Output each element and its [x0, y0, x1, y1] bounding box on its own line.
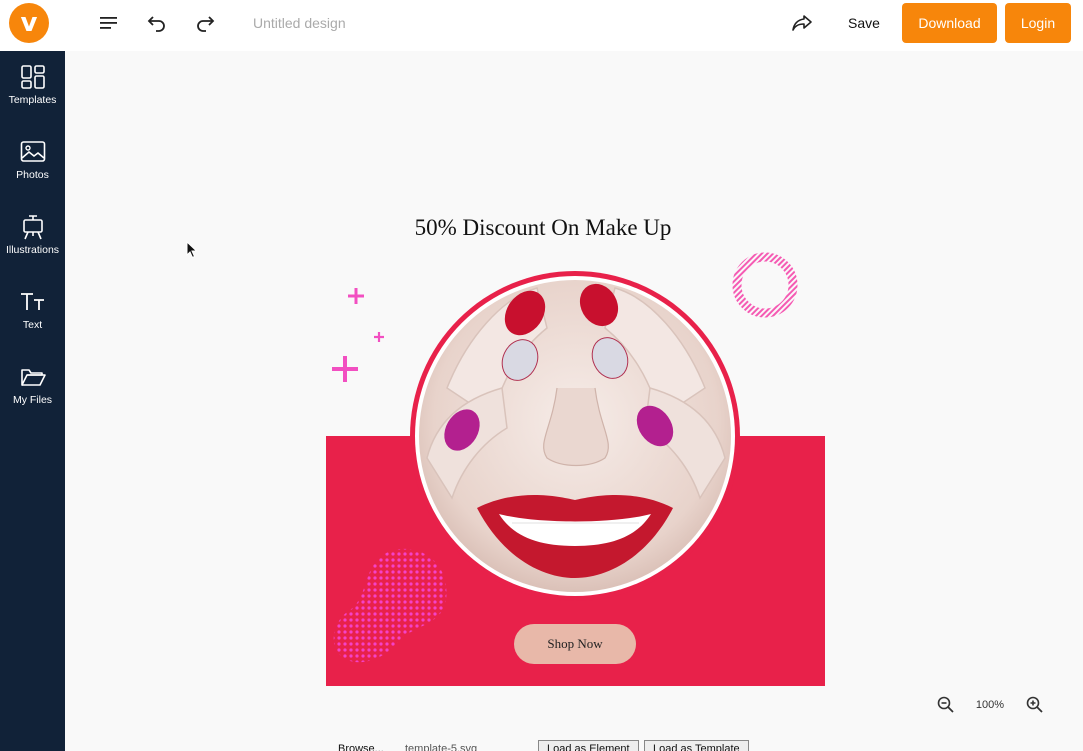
mouse-cursor-icon — [186, 241, 198, 259]
model-photo[interactable] — [407, 268, 745, 606]
redo-icon[interactable] — [192, 10, 218, 36]
load-as-template-button[interactable]: Load as Template — [644, 740, 749, 751]
design-title-input[interactable]: Untitled design — [253, 15, 346, 31]
sidebar-item-label: Illustrations — [5, 244, 60, 256]
undo-icon[interactable] — [144, 10, 170, 36]
menu-icon[interactable] — [96, 10, 122, 36]
sidebar-item-photos[interactable]: Photos — [0, 126, 65, 196]
shop-now-button[interactable]: Shop Now — [514, 624, 636, 664]
sidebar-item-illustrations[interactable]: Illustrations — [0, 201, 65, 271]
file-name: template-5.svg — [405, 743, 478, 751]
sidebar-item-templates[interactable]: Templates — [0, 51, 65, 121]
top-bar: v Untitled design Save Download Login — [0, 0, 1083, 51]
zoom-in-icon[interactable] — [1025, 695, 1045, 715]
browse-button[interactable]: Browse... — [338, 743, 384, 751]
photos-icon — [19, 138, 47, 166]
sidebar-item-label: Photos — [16, 169, 49, 181]
sidebar: Templates Photos Illustrations Text My F… — [0, 51, 65, 751]
download-button[interactable]: Download — [902, 3, 997, 43]
zoom-level: 100% — [975, 699, 1005, 711]
login-button[interactable]: Login — [1005, 3, 1071, 43]
text-icon — [19, 288, 47, 316]
save-button[interactable]: Save — [840, 13, 888, 33]
templates-icon — [19, 63, 47, 91]
load-as-element-button[interactable]: Load as Element — [538, 740, 639, 751]
sidebar-item-text[interactable]: Text — [0, 276, 65, 346]
design-heading[interactable]: 50% Discount On Make Up — [380, 215, 706, 241]
zoom-out-icon[interactable] — [936, 695, 956, 715]
file-controls: Browse... template-5.svg Load as Element… — [0, 740, 1083, 751]
sidebar-item-label: Templates — [8, 94, 57, 106]
illustrations-icon — [19, 213, 47, 241]
share-icon[interactable] — [789, 10, 815, 36]
sidebar-item-label: Text — [22, 319, 43, 331]
folder-icon — [19, 363, 47, 391]
sidebar-item-my-files[interactable]: My Files — [0, 351, 65, 421]
sparkle-decoration[interactable] — [328, 284, 388, 384]
logo[interactable]: v — [9, 3, 49, 43]
sidebar-item-label: My Files — [12, 394, 53, 406]
